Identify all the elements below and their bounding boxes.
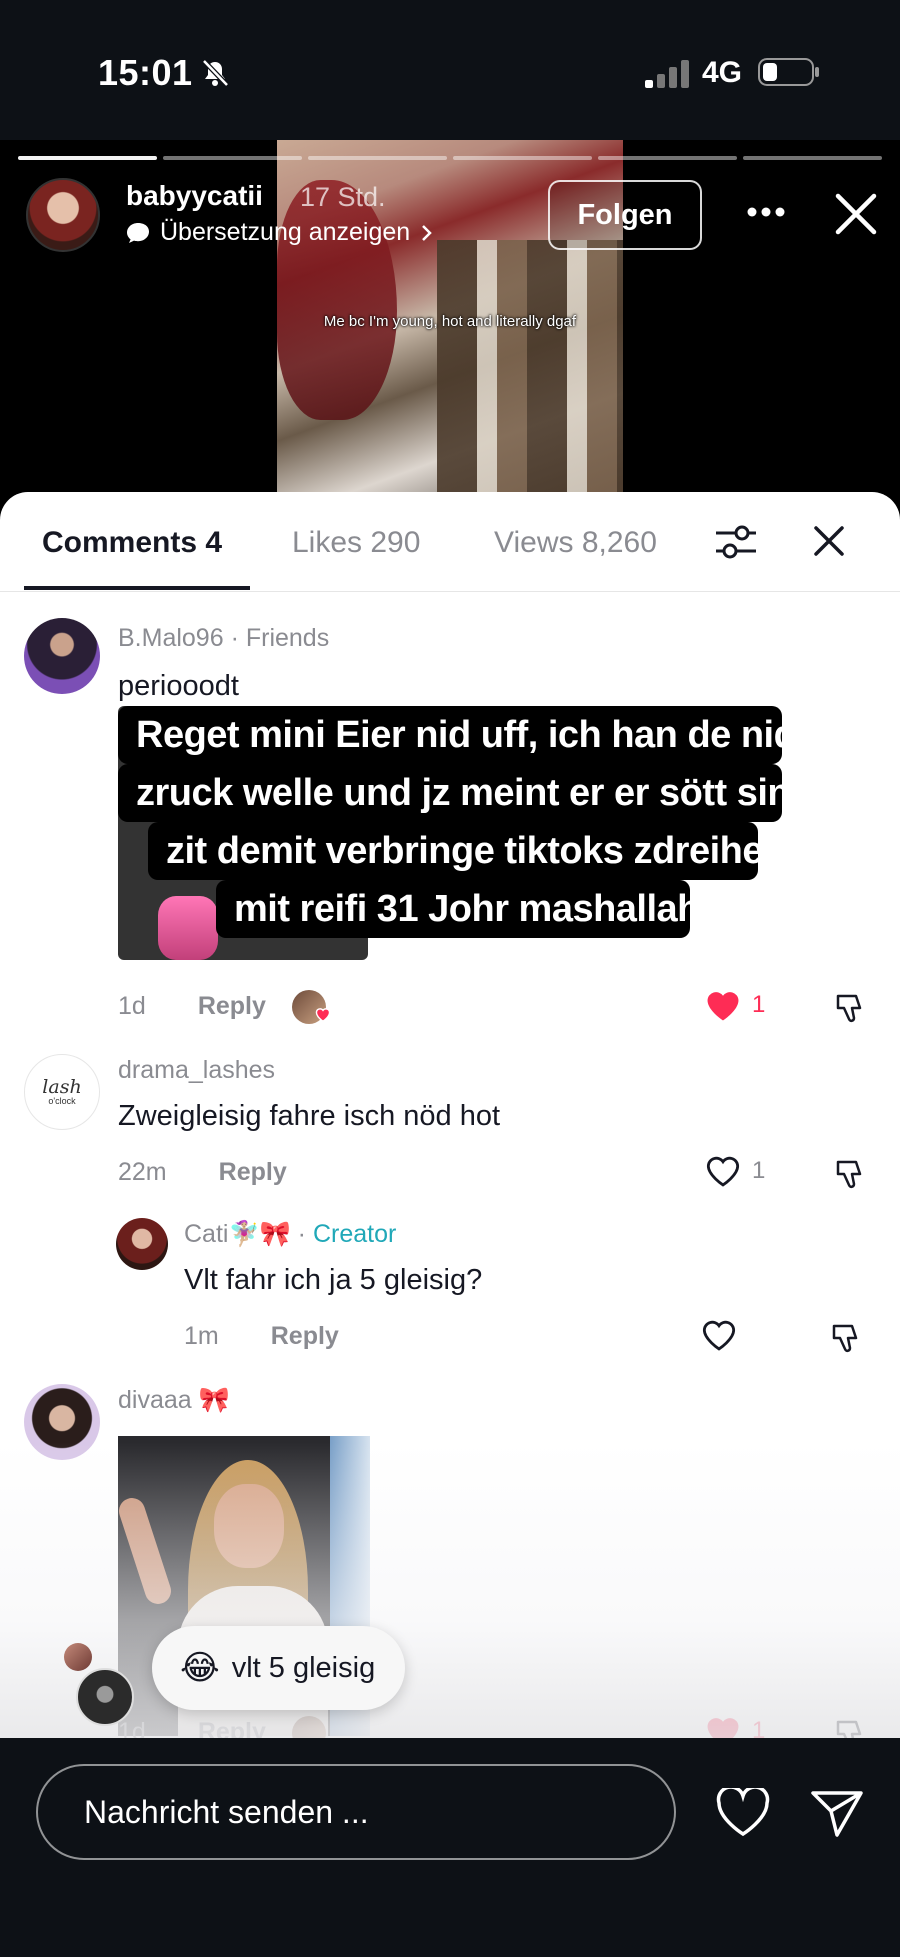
creator-heart-icon (315, 1008, 331, 1022)
filter-icon[interactable] (714, 522, 758, 562)
status-time: 15:01 (98, 52, 193, 93)
dislike-icon[interactable] (832, 990, 868, 1026)
reply-meta: 1m Reply (184, 1322, 339, 1351)
reply-button[interactable]: Reply (198, 992, 266, 1020)
dislike-icon[interactable] (832, 1156, 868, 1192)
story-caption: Me bc I'm young, hot and literally dgaf (323, 313, 577, 330)
like-count: 1 (752, 991, 766, 1018)
heart-outline-icon (702, 1320, 736, 1351)
story-progress-segment (743, 156, 882, 160)
more-icon[interactable] (746, 206, 786, 218)
close-icon[interactable] (834, 192, 878, 236)
like-count: 1 (752, 1157, 766, 1184)
heart-icon (707, 1718, 739, 1738)
tab-underline (24, 586, 250, 590)
reply-avatar[interactable] (116, 1218, 168, 1270)
reply-username[interactable]: Cati🧚🏼‍♀️🎀 · Creator (184, 1220, 396, 1249)
laughing-emoji-icon: 😂 (180, 1649, 220, 1687)
story-avatar[interactable] (26, 178, 100, 252)
quick-reply-bubble[interactable]: 😂 vlt 5 gleisig (152, 1626, 406, 1710)
dislike-icon[interactable] (832, 1716, 868, 1738)
sheet-tabs: Comments 4 Likes 290 Views 8,260 (0, 492, 900, 592)
translate-link[interactable]: Übersetzung anzeigen (126, 218, 434, 247)
network-label: 4G (702, 56, 743, 89)
creator-badge: Creator (312, 1220, 397, 1248)
chevron-right-icon (422, 224, 432, 241)
bell-muted-icon (202, 59, 229, 87)
comment-username[interactable]: drama_lashes (118, 1056, 275, 1085)
translate-label: Übersetzung anzeigen (160, 218, 411, 246)
send-icon[interactable] (810, 1788, 864, 1838)
reply-button[interactable]: Reply (271, 1322, 339, 1350)
comment-text: periooodt (118, 670, 239, 702)
like-button[interactable]: 1 (704, 1154, 765, 1188)
comment-time: 1d (118, 992, 146, 1020)
friends-tag: Friends (245, 624, 330, 652)
tab-likes[interactable]: Likes 290 (292, 526, 420, 560)
comment-meta: 1d Reply (118, 1718, 266, 1738)
comment-time: 22m (118, 1158, 167, 1186)
reply-button[interactable]: Reply (219, 1158, 287, 1186)
like-button[interactable] (700, 1318, 738, 1352)
tab-comments[interactable]: Comments 4 (42, 526, 222, 560)
bottom-bar (0, 1738, 900, 1957)
comment-avatar[interactable]: lash o'clock (24, 1054, 100, 1130)
like-button[interactable]: 1 (704, 988, 765, 1022)
like-count: 1 (752, 1717, 766, 1738)
story-progress-segment (453, 156, 592, 160)
tab-views[interactable]: Views 8,260 (494, 526, 657, 560)
comment-avatar[interactable] (24, 1384, 100, 1460)
close-sheet-icon[interactable] (812, 524, 846, 558)
status-bar: 15:01 4G (0, 0, 900, 140)
signal-icon (645, 60, 689, 88)
story-progress-segment (308, 156, 447, 160)
reaction-avatar (76, 1668, 134, 1726)
quote-line: mit reifi 31 Johr mashallah (216, 880, 700, 938)
battery-icon (758, 58, 819, 86)
dislike-icon[interactable] (828, 1320, 864, 1356)
reply-time: 1m (184, 1322, 219, 1350)
comment-username[interactable]: divaaa 🎀 (118, 1386, 230, 1415)
story-time-ago: 17 Std. (300, 182, 386, 212)
translate-bubble-icon (127, 222, 149, 243)
comments-sheet: Comments 4 Likes 290 Views 8,260 B.Malo9… (0, 492, 900, 1738)
story-viewer[interactable]: Me bc I'm young, hot and literally dgaf … (0, 140, 900, 500)
quote-line: zit demit verbringe tiktoks zdreihe (148, 822, 763, 880)
reaction-avatar (64, 1643, 92, 1671)
reply-text: Vlt fahr ich ja 5 gleisig? (184, 1264, 483, 1296)
quote-line: Reget mini Eier nid uff, ich han de nid (118, 706, 797, 764)
comment-text: Zweigleisig fahre isch nöd hot (118, 1100, 501, 1132)
story-progress-segment (163, 156, 302, 160)
heart-outline-icon (706, 1156, 740, 1187)
story-progress-segment (598, 156, 737, 160)
comment-meta: 22m Reply (118, 1158, 287, 1187)
story-progress-segment (18, 156, 157, 160)
message-input[interactable] (36, 1764, 676, 1860)
comment-meta: 1d Reply (118, 992, 266, 1021)
reply-button[interactable]: Reply (198, 1718, 266, 1738)
heart-icon[interactable] (716, 1788, 770, 1838)
quote-line: zruck welle und jz meint er er sött sini (118, 764, 801, 822)
comment-avatar[interactable] (24, 618, 100, 694)
comment-time: 1d (118, 1718, 146, 1738)
heart-icon (707, 992, 739, 1021)
story-username[interactable]: babyycatii (126, 180, 263, 212)
comment-username[interactable]: B.Malo96 · Friends (118, 624, 329, 653)
quick-reply-text: vlt 5 gleisig (231, 1651, 376, 1684)
like-button[interactable]: 1 (704, 1714, 765, 1738)
follow-button[interactable]: Folgen (548, 180, 702, 250)
